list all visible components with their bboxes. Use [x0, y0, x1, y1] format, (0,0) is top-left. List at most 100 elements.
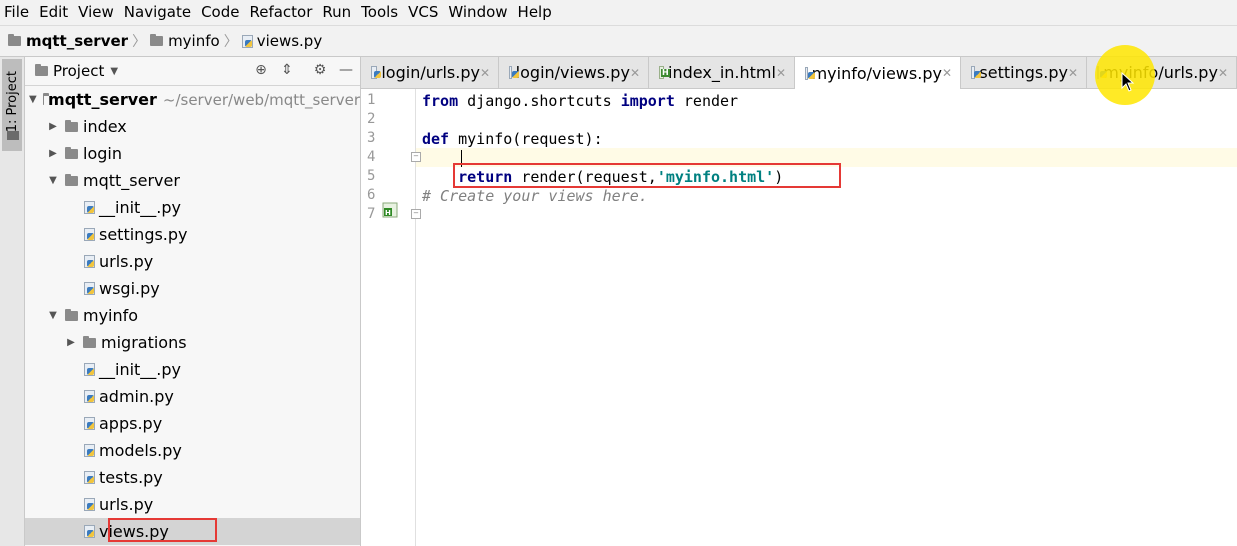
tree-file[interactable]: settings.py — [25, 221, 360, 248]
folder-icon — [65, 146, 78, 159]
menu-navigate[interactable]: Navigate — [120, 0, 197, 24]
collapse-arrow-icon[interactable]: ▼ — [47, 175, 59, 186]
breadcrumb-folder[interactable]: myinfo — [150, 32, 220, 50]
expand-arrow-icon[interactable]: ▼ — [29, 94, 37, 105]
close-icon[interactable]: ✕ — [942, 66, 952, 80]
line-number: 5 — [367, 168, 376, 184]
tree-item-label: __init__.py — [99, 360, 182, 379]
editor-tab[interactable]: login/urls.py ✕ — [361, 57, 499, 88]
tree-item-label: apps.py — [99, 414, 163, 433]
python-file-icon — [805, 66, 814, 80]
editor-tab-label: settings.py — [979, 63, 1068, 82]
code-line-1: from django.shortcuts import render — [422, 92, 739, 110]
tree-folder[interactable]: ▼ myinfo — [25, 302, 360, 329]
menu-file[interactable]: File — [0, 0, 35, 24]
editor-tab[interactable]: index_in.html✕ — [649, 57, 795, 88]
html-related-file-icon[interactable]: H — [382, 202, 400, 218]
close-icon[interactable]: ✕ — [480, 66, 490, 80]
close-icon[interactable]: ✕ — [776, 66, 786, 80]
close-icon[interactable]: ✕ — [630, 66, 640, 80]
menu-view[interactable]: View — [74, 0, 120, 24]
project-panel: Project ▼ ⊕ ⇕ ⚙ — ▼ mqtt_server ~/server… — [25, 57, 361, 546]
folder-icon — [35, 64, 48, 76]
svg-text:H: H — [385, 209, 391, 217]
breadcrumb-file[interactable]: views.py — [241, 32, 322, 50]
collapse-arrow-icon[interactable]: ▼ — [47, 310, 59, 321]
menu-edit[interactable]: Edit — [35, 0, 74, 24]
annotation-highlight-box — [108, 518, 217, 542]
tree-item-label: urls.py — [99, 252, 154, 271]
tree-file[interactable]: __init__.py — [25, 194, 360, 221]
locate-icon[interactable]: ⊕ — [253, 62, 269, 78]
tree-item-label: mqtt_server — [83, 171, 180, 190]
chevron-right-icon: 〉 — [223, 34, 238, 50]
tree-file[interactable]: models.py — [25, 437, 360, 464]
editor-tab-label: index_in.html — [668, 63, 776, 82]
breadcrumb: mqtt_server 〉 myinfo 〉 views.py — [0, 25, 1237, 57]
tree-root[interactable]: ▼ mqtt_server ~/server/web/mqtt_server — [25, 86, 360, 113]
python-file-icon — [84, 444, 95, 457]
tree-file[interactable]: tests.py — [25, 464, 360, 491]
tree-folder[interactable]: ▶ migrations — [25, 329, 360, 356]
menu-refactor[interactable]: Refactor — [245, 0, 318, 24]
tool-window-strip: 1: Project — [0, 57, 25, 546]
tree-file[interactable]: __init__.py — [25, 356, 360, 383]
menu-window[interactable]: Window — [444, 0, 513, 24]
menu-tools[interactable]: Tools — [357, 0, 404, 24]
tree-item-label: login — [83, 144, 122, 163]
folder-icon — [7, 131, 19, 140]
gear-icon[interactable]: ⚙ — [312, 62, 328, 78]
menu-vcs[interactable]: VCS — [404, 0, 444, 24]
close-icon[interactable]: ✕ — [1068, 66, 1078, 80]
chevron-down-icon[interactable]: ▼ — [110, 66, 118, 77]
tree-folder[interactable]: ▶ login — [25, 140, 360, 167]
expand-arrow-icon[interactable]: ▶ — [47, 148, 59, 159]
project-tool-tab-label: 1: Project — [5, 71, 20, 133]
hide-icon[interactable]: — — [338, 62, 354, 78]
fold-marker-icon[interactable]: − — [411, 209, 421, 219]
menu-run[interactable]: Run — [318, 0, 357, 24]
tree-folder[interactable]: ▼ mqtt_server — [25, 167, 360, 194]
html-file-icon — [659, 66, 670, 79]
code-line-3: def myinfo(request): — [422, 130, 603, 148]
project-tool-tab[interactable]: 1: Project — [2, 59, 22, 151]
editor-tab-label: myinfo/views.py — [811, 63, 942, 83]
collapse-all-icon[interactable]: ⇕ — [279, 62, 295, 78]
tree-item-label: models.py — [99, 441, 182, 460]
fold-marker-icon[interactable]: − — [411, 152, 421, 162]
editor-tab[interactable]: myinfo/views.py ✕ — [795, 57, 961, 89]
tree-file[interactable]: admin.py — [25, 383, 360, 410]
tree-item-label: urls.py — [99, 495, 154, 514]
tree-root-label: mqtt_server — [48, 90, 157, 109]
expand-arrow-icon[interactable]: ▶ — [65, 337, 77, 348]
line-number: 2 — [367, 111, 376, 127]
tree-file[interactable]: wsgi.py — [25, 275, 360, 302]
breadcrumb-project[interactable]: mqtt_server — [8, 32, 128, 50]
menu-help[interactable]: Help — [514, 0, 558, 24]
close-icon[interactable]: ✕ — [1218, 66, 1228, 80]
python-file-icon — [84, 201, 95, 214]
tree-item-label: settings.py — [99, 225, 188, 244]
editor-tab[interactable]: settings.py ✕ — [961, 57, 1087, 88]
project-view-selector[interactable]: Project — [53, 62, 104, 80]
line-number: 7 — [367, 206, 376, 222]
line-number: 3 — [367, 130, 376, 146]
expand-arrow-icon[interactable]: ▶ — [47, 121, 59, 132]
tree-item-label: index — [83, 117, 127, 136]
tree-file[interactable]: apps.py — [25, 410, 360, 437]
folder-icon — [150, 34, 164, 46]
project-panel-header: Project ▼ ⊕ ⇕ ⚙ — — [25, 57, 360, 86]
tree-item-label: wsgi.py — [99, 279, 160, 298]
tree-file[interactable]: urls.py — [25, 491, 360, 518]
tree-file[interactable]: urls.py — [25, 248, 360, 275]
python-file-icon — [84, 471, 95, 484]
line-number-gutter: H − − 1 2 3 4 5 6 7 — [361, 89, 421, 546]
python-file-icon — [84, 525, 95, 538]
code-editor[interactable]: from django.shortcuts import render def … — [422, 89, 1237, 546]
menu-code[interactable]: Code — [197, 0, 245, 24]
line-number: 4 — [367, 149, 376, 165]
tree-item-label: __init__.py — [99, 198, 182, 217]
python-file-icon — [84, 363, 95, 376]
editor-tab[interactable]: login/views.py ✕ — [499, 57, 649, 88]
tree-folder[interactable]: ▶ index — [25, 113, 360, 140]
